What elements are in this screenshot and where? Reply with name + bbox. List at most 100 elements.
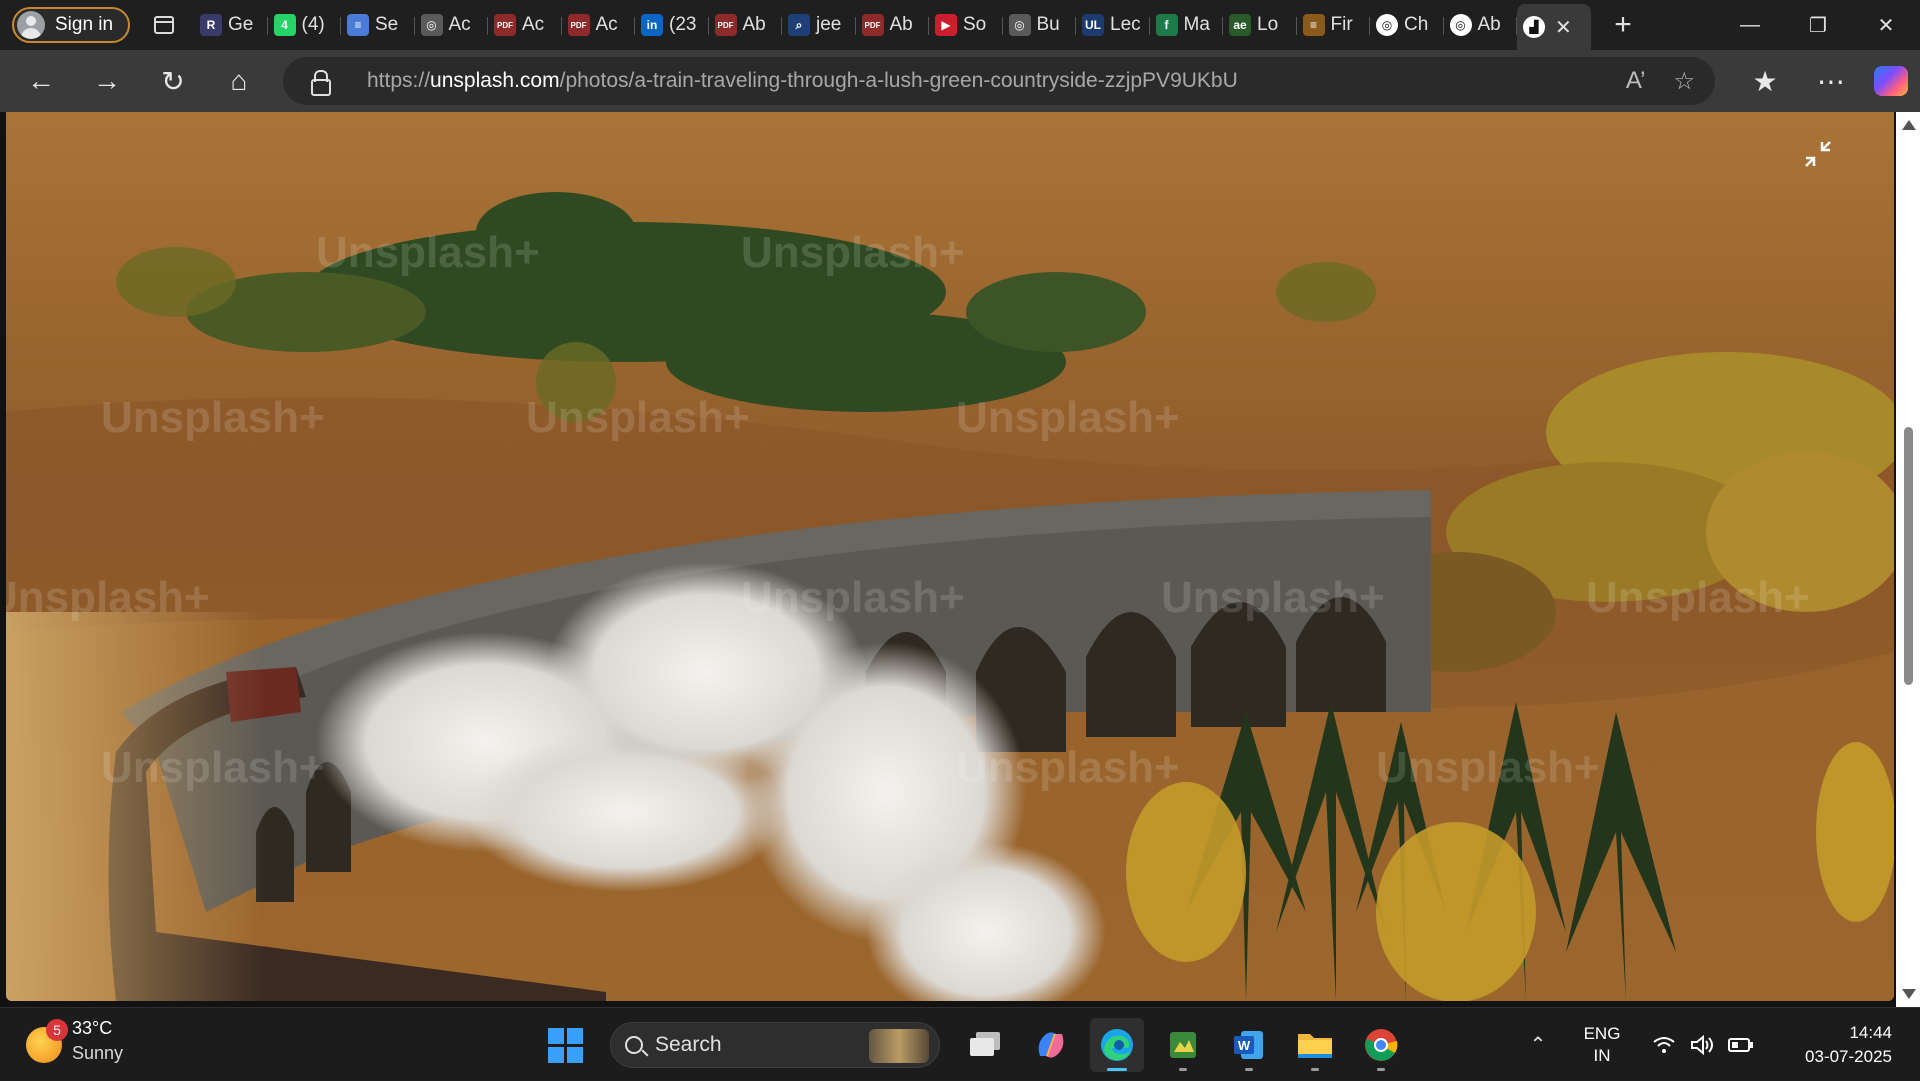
tab-title: Ac	[448, 14, 471, 35]
tab-title: Bu	[1036, 14, 1060, 35]
sheet-app-icon[interactable]	[1156, 1018, 1210, 1072]
chatgpt-icon: ◎	[1376, 14, 1398, 36]
profile-sign-in-button[interactable]: Sign in	[12, 7, 130, 43]
youtube-icon: ▶	[935, 14, 957, 36]
tab[interactable]: f Ma	[1150, 5, 1224, 45]
read-aloud-icon[interactable]: A’	[1626, 67, 1646, 95]
watermark: Unsplash+	[956, 393, 1180, 442]
page-scrollbar[interactable]	[1896, 112, 1920, 1007]
new-tab-button[interactable]: +	[1601, 5, 1645, 45]
tab-title: Ab	[1477, 14, 1501, 35]
tab[interactable]: ≡ Fir	[1297, 5, 1371, 45]
r-icon: R	[200, 14, 222, 36]
tab[interactable]: PDF Ac	[488, 5, 562, 45]
back-button[interactable]: ←	[8, 58, 74, 104]
volume-icon	[1691, 1034, 1713, 1055]
tab[interactable]: ≡ Se	[341, 5, 415, 45]
tab[interactable]: PDF Ab	[856, 5, 930, 45]
restore-button[interactable]: ❐	[1784, 0, 1852, 50]
show-hidden-icons-chevron-icon[interactable]: ⌃	[1518, 1032, 1558, 1057]
copilot-app-icon[interactable]	[1024, 1018, 1078, 1072]
start-button[interactable]	[538, 1018, 592, 1072]
windows-logo-icon	[547, 1027, 583, 1063]
watermark: Unsplash+	[1586, 573, 1810, 622]
tab[interactable]: 4 (4)	[268, 5, 342, 45]
quick-settings[interactable]	[1652, 1034, 1754, 1055]
tab-title: Se	[375, 14, 399, 35]
tab-actions-menu-icon[interactable]	[146, 7, 182, 43]
address-bar[interactable]: https://unsplash.com/photos/a-train-trav…	[283, 57, 1715, 105]
tab-title: Ab	[742, 14, 766, 35]
refresh-button[interactable]: ↻	[140, 58, 206, 104]
forward-button[interactable]: →	[74, 58, 140, 104]
copilot-icon[interactable]	[1874, 66, 1908, 96]
input-language[interactable]: ENG IN	[1570, 1023, 1634, 1067]
watermark: Unsplash+	[6, 573, 210, 622]
linkedin-icon: in	[641, 14, 663, 36]
favorite-star-icon[interactable]: ☆	[1673, 67, 1695, 96]
search-label: Search	[655, 1033, 722, 1056]
tab[interactable]: ◎ Bu	[1003, 5, 1077, 45]
wifi-icon	[1653, 1036, 1675, 1053]
tab-strip: Sign in R Ge 4 (4) ≡ Se ◎ Ac PDF Ac PDF Ac in (23 PDF A…	[0, 0, 1920, 50]
svg-text:W: W	[1238, 1038, 1251, 1053]
tab-title: Ch	[1404, 14, 1429, 35]
pdf-icon: PDF	[494, 14, 516, 36]
close-window-button[interactable]: ✕	[1852, 0, 1920, 50]
sign-in-label: Sign in	[55, 14, 114, 35]
tab-title: Fir	[1330, 14, 1353, 35]
search-icon: ⌕	[788, 14, 810, 36]
url-text[interactable]: https://unsplash.com/photos/a-train-trav…	[367, 69, 1238, 93]
tab-active[interactable]: ▟ ✕	[1517, 4, 1591, 50]
page-content: Unsplash+ Unsplash+ Unsplash+ Unsplash+ …	[0, 112, 1920, 1007]
edge-browser-icon[interactable]	[1090, 1018, 1144, 1072]
system-tray: ⌃ ENG IN 14:44 03-07-2025	[1518, 1008, 1920, 1081]
tab-title: Ac	[522, 14, 545, 35]
tab-title: Lec	[1110, 14, 1141, 35]
watermark: Unsplash+	[741, 573, 965, 622]
weather-widget[interactable]: 5 33°C Sunny	[26, 1018, 123, 1064]
tab[interactable]: ▶ So	[929, 5, 1003, 45]
chrome-icon[interactable]	[1354, 1018, 1408, 1072]
battery-icon	[1728, 1037, 1753, 1052]
window-controls: — ❐ ✕	[1716, 0, 1920, 50]
tab-title: Ac	[595, 14, 618, 35]
scroll-down-arrow-icon[interactable]	[1902, 989, 1916, 999]
tab[interactable]: in (23	[635, 5, 709, 45]
favorites-icon[interactable]: ★	[1732, 58, 1798, 104]
search-highlight-image	[869, 1029, 929, 1063]
word-icon[interactable]: W	[1222, 1018, 1276, 1072]
tab[interactable]: ◎ Ab	[1444, 5, 1518, 45]
scroll-up-arrow-icon[interactable]	[1902, 120, 1916, 130]
taskbar-search[interactable]: Search	[610, 1022, 940, 1068]
tab[interactable]: ◎ Ac	[415, 5, 489, 45]
watermark: Unsplash+	[101, 393, 325, 442]
tab[interactable]: PDF Ab	[709, 5, 783, 45]
clock[interactable]: 14:44 03-07-2025	[1772, 1021, 1892, 1069]
home-button[interactable]: ⌂	[206, 58, 272, 104]
tab[interactable]: R Ge	[194, 5, 268, 45]
tab[interactable]: ◎ Ch	[1370, 5, 1444, 45]
openai-icon: ◎	[420, 14, 443, 36]
tab[interactable]: ⌕ jee	[782, 5, 856, 45]
weather-condition: Sunny	[72, 1043, 124, 1063]
leaf-icon: f	[1155, 14, 1178, 36]
task-view-icon[interactable]	[958, 1018, 1012, 1072]
watermark: Unsplash+	[526, 393, 750, 442]
watermark: Unsplash+	[101, 743, 325, 792]
unsplash-photo[interactable]: Unsplash+ Unsplash+ Unsplash+ Unsplash+ …	[6, 112, 1894, 1001]
more-menu-icon[interactable]: ⋯	[1798, 58, 1864, 104]
exit-fullscreen-icon[interactable]	[1802, 138, 1834, 170]
tab-title: jee	[816, 14, 842, 35]
stack-icon: ≡	[1302, 14, 1325, 36]
minimize-button[interactable]: —	[1716, 0, 1784, 50]
file-explorer-icon[interactable]	[1288, 1018, 1342, 1072]
lock-icon[interactable]	[311, 70, 331, 96]
scrollbar-thumb[interactable]	[1904, 427, 1913, 685]
tab[interactable]: UL Lec	[1076, 5, 1150, 45]
close-tab-icon[interactable]: ✕	[1555, 15, 1572, 40]
watermark: Unsplash+	[956, 743, 1180, 792]
tab[interactable]: PDF Ac	[562, 5, 636, 45]
sun-icon: 5	[26, 1019, 68, 1063]
tab[interactable]: ae Lo	[1223, 5, 1297, 45]
